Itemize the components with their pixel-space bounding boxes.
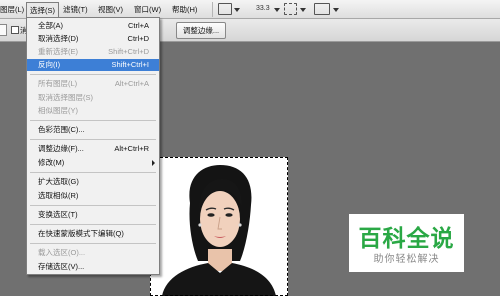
menu-item-transform-selection[interactable]: 变换选区(T) <box>27 209 159 221</box>
menu-item-modify[interactable]: 修改(M) <box>27 157 159 169</box>
menu-separator <box>30 224 156 225</box>
arrange-documents-icon[interactable] <box>314 3 330 15</box>
menu-item-label: 取消选择(D) <box>38 34 79 43</box>
menu-item-label: 色彩范围(C)... <box>38 125 85 134</box>
menu-separator <box>30 243 156 244</box>
menu-layer[interactable]: 图层(L) <box>0 3 24 17</box>
menu-item-similar[interactable]: 选取相似(R) <box>27 190 159 202</box>
menu-item-shortcut: Ctrl+D <box>127 34 149 43</box>
menu-item-similar-layers[interactable]: 相似图层(Y) <box>27 105 159 117</box>
menu-separator <box>30 172 156 173</box>
menu-item-refine-edge[interactable]: 调整边缘(F)... Alt+Ctrl+R <box>27 143 159 155</box>
zoom-level[interactable]: 33.3 <box>256 5 270 12</box>
menu-item-label: 载入选区(O)... <box>38 248 86 257</box>
chevron-down-icon[interactable] <box>234 8 240 12</box>
menu-item-label: 调整边缘(F)... <box>38 144 84 153</box>
watermark-title: 百科全说 <box>358 225 455 251</box>
menu-item-label: 相似图层(Y) <box>38 106 78 115</box>
menu-item-quick-mask[interactable]: 在快速蒙版模式下编辑(Q) <box>27 228 159 240</box>
menu-item-save-selection[interactable]: 存储选区(V)... <box>27 261 159 273</box>
menu-item-grow[interactable]: 扩大选取(G) <box>27 176 159 188</box>
menu-item-reselect[interactable]: 重新选择(E) Shift+Ctrl+D <box>27 46 159 58</box>
submenu-arrow-icon <box>152 160 155 166</box>
menu-item-inverse[interactable]: 反向(I) Shift+Ctrl+I <box>27 59 159 71</box>
menu-item-label: 取消选择图层(S) <box>38 93 93 102</box>
menu-item-label: 所有图层(L) <box>38 79 78 88</box>
select-menu-dropdown: 全部(A) Ctrl+A 取消选择(D) Ctrl+D 重新选择(E) Shif… <box>26 17 160 275</box>
menu-window[interactable]: 窗口(W) <box>134 3 161 17</box>
menu-item-label: 变换选区(T) <box>38 210 78 219</box>
watermark: 百科全说 助你轻松解决 <box>349 214 464 272</box>
screen-mode-icon[interactable] <box>218 3 232 15</box>
menu-item-color-range[interactable]: 色彩范围(C)... <box>27 124 159 136</box>
tool-preset-icon[interactable] <box>0 24 7 36</box>
menu-item-shortcut: Shift+Ctrl+I <box>111 60 149 69</box>
chevron-down-icon[interactable] <box>333 8 339 12</box>
chevron-down-icon[interactable] <box>274 8 280 12</box>
menu-item-deselect[interactable]: 取消选择(D) Ctrl+D <box>27 33 159 45</box>
menu-separator <box>30 139 156 140</box>
menu-item-shortcut: Ctrl+A <box>127 21 149 30</box>
menu-item-label: 重新选择(E) <box>38 47 78 56</box>
menu-separator <box>30 120 156 121</box>
menu-separator <box>30 74 156 75</box>
menu-item-label: 存储选区(V)... <box>38 262 85 271</box>
menu-item-shortcut: Alt+Ctrl+A <box>114 79 149 88</box>
menu-item-label: 修改(M) <box>38 158 65 167</box>
menu-item-all[interactable]: 全部(A) Ctrl+A <box>27 20 159 32</box>
menu-item-label: 在快速蒙版模式下编辑(Q) <box>38 229 124 238</box>
document-canvas[interactable] <box>150 157 288 296</box>
menu-item-load-selection[interactable]: 载入选区(O)... <box>27 247 159 259</box>
menu-separator <box>30 205 156 206</box>
menu-item-shortcut: Alt+Ctrl+R <box>114 144 149 153</box>
chevron-down-icon[interactable] <box>300 8 306 12</box>
menu-item-label: 全部(A) <box>38 21 63 30</box>
extras-icon[interactable] <box>284 3 297 15</box>
menu-help[interactable]: 帮助(H) <box>172 3 197 17</box>
menu-select[interactable]: 选择(S) <box>26 2 59 18</box>
menu-view[interactable]: 视图(V) <box>98 3 123 17</box>
menubar-divider <box>212 2 213 17</box>
menu-filter[interactable]: 滤镜(T) <box>63 3 88 17</box>
refine-edge-button[interactable]: 调整边缘... <box>176 22 226 39</box>
antialias-checkbox[interactable] <box>11 26 19 34</box>
menu-item-deselect-layers[interactable]: 取消选择图层(S) <box>27 92 159 104</box>
watermark-subtitle: 助你轻松解决 <box>373 254 440 265</box>
menu-item-shortcut: Shift+Ctrl+D <box>108 47 149 56</box>
menu-item-label: 扩大选取(G) <box>38 177 79 186</box>
menu-item-all-layers[interactable]: 所有图层(L) Alt+Ctrl+A <box>27 78 159 90</box>
portrait-photo <box>150 157 288 296</box>
menu-item-label: 反向(I) <box>38 60 61 69</box>
menu-item-label: 选取相似(R) <box>38 191 79 200</box>
